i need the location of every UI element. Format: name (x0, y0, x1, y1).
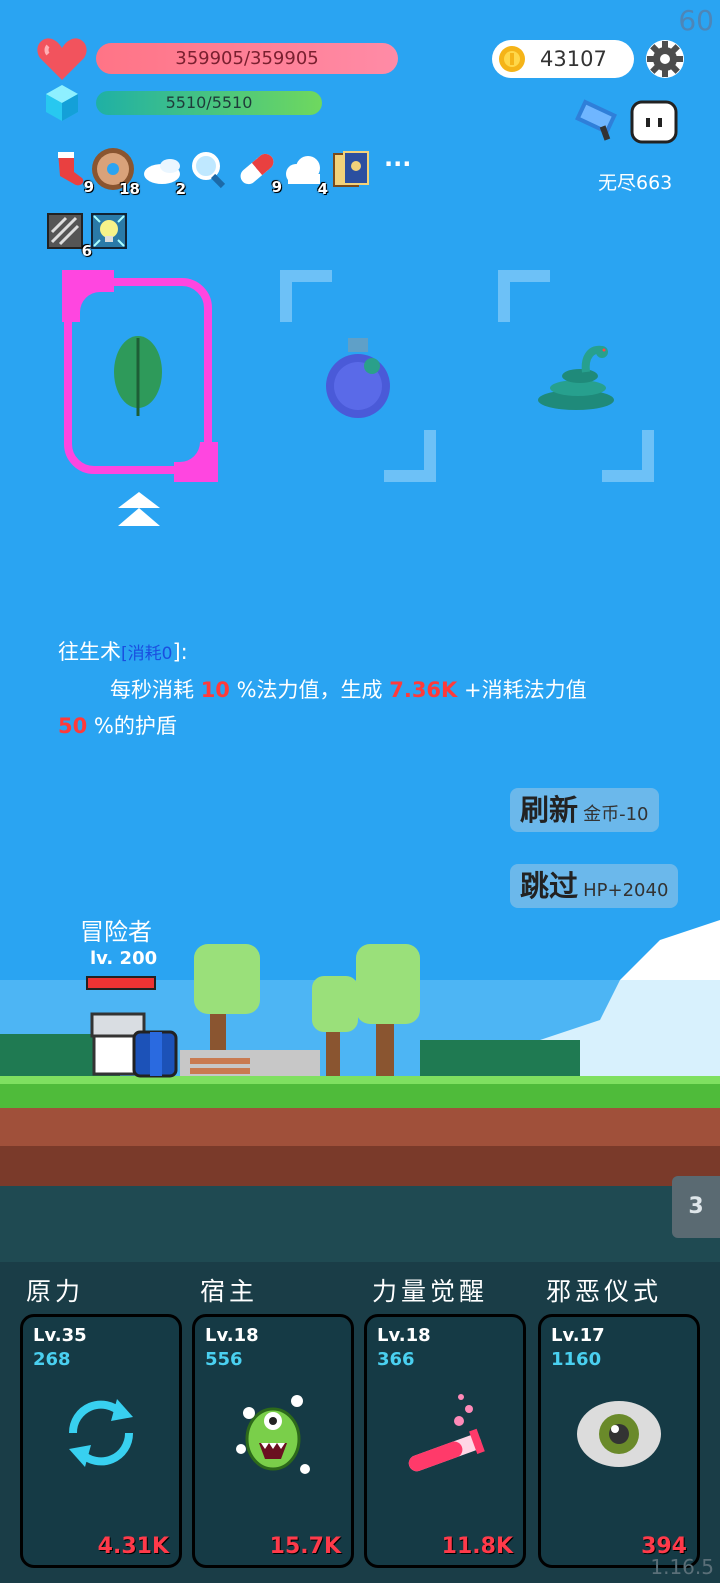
choice-slot-potion[interactable] (280, 270, 436, 482)
fps-counter: 60 (678, 4, 714, 37)
version-label: 1.16.5 (650, 1555, 714, 1579)
ghost-icon[interactable] (630, 98, 678, 146)
card-icon (333, 151, 369, 187)
inventory-item-lightbulb[interactable] (90, 212, 132, 254)
endless-mode-label: 无尽663 (598, 172, 673, 194)
inventory-item-donut[interactable]: 18 (90, 146, 140, 198)
inventory-item-pill[interactable]: 9 (236, 148, 282, 196)
hero-health-bar (86, 976, 156, 990)
refresh-button[interactable]: 刷新 金币-10 (510, 788, 659, 832)
inventory-item-cloud[interactable]: 4 (282, 150, 328, 198)
inventory-item-sock[interactable]: 9 (48, 148, 94, 196)
leaf-icon (114, 336, 162, 416)
lightbulb-icon (91, 213, 127, 249)
hero-level: lv. 200 (90, 948, 158, 969)
skill-card-ritual[interactable]: Lv.17 1160 394 (538, 1314, 700, 1568)
potion-icon (326, 338, 390, 418)
skill-card-host[interactable]: Lv.18 556 15.7K (192, 1314, 354, 1568)
skill-title-ritual: 邪恶仪式 (546, 1277, 663, 1306)
inventory-item-book[interactable]: 6 (46, 212, 92, 260)
choice-slot-leaf[interactable] (62, 270, 218, 482)
inventory-item-magnifier[interactable] (188, 148, 230, 190)
snake-icon (538, 345, 614, 410)
skill-cost: 消耗0 (127, 644, 173, 664)
skill-title-host: 宿主 (200, 1277, 259, 1306)
more-items-button[interactable]: ··· (384, 150, 411, 178)
heart-icon (37, 38, 87, 80)
magnifier-icon (192, 152, 226, 189)
hp-bar: 359905/359905 (96, 43, 398, 74)
germ-icon (236, 1395, 310, 1474)
coin-icon (499, 46, 525, 72)
skill-card-awakening[interactable]: Lv.18 366 11.8K (364, 1314, 526, 1568)
skill-card-force[interactable]: Lv.35 268 4.31K (20, 1314, 182, 1568)
skill-title-force: 原力 (26, 1277, 85, 1306)
gold-value: 43107 (540, 47, 607, 71)
gold-counter: 43107 (492, 40, 634, 78)
skip-button[interactable]: 跳过 HP+2040 (510, 864, 679, 908)
cycle-icon (68, 1399, 134, 1467)
hero-name: 冒险者 (80, 918, 152, 946)
mana-crystal-icon (46, 85, 78, 121)
test-tube-icon (408, 1394, 485, 1472)
book-icon (47, 213, 83, 249)
inventory-item-wing[interactable]: 2 (140, 150, 186, 198)
skill-description: 往生术[消耗0]: 每秒消耗 10 %法力值，生成 7.36K +消耗法力值 5… (58, 640, 587, 738)
stage-badge[interactable]: 3 (672, 1176, 720, 1238)
gear-icon[interactable] (644, 38, 686, 80)
eye-icon (577, 1401, 661, 1467)
fish-flag-icon[interactable] (572, 96, 624, 142)
choice-slot-snake[interactable] (498, 270, 654, 482)
hero-knight-sprite (90, 1012, 178, 1078)
inventory-item-card[interactable] (330, 148, 372, 190)
skill-title-awakening: 力量觉醒 (372, 1277, 489, 1306)
double-chevron-up-icon (118, 492, 160, 526)
skill-name: 往生术 (58, 640, 121, 664)
mp-bar: 5510/5510 (96, 91, 322, 115)
